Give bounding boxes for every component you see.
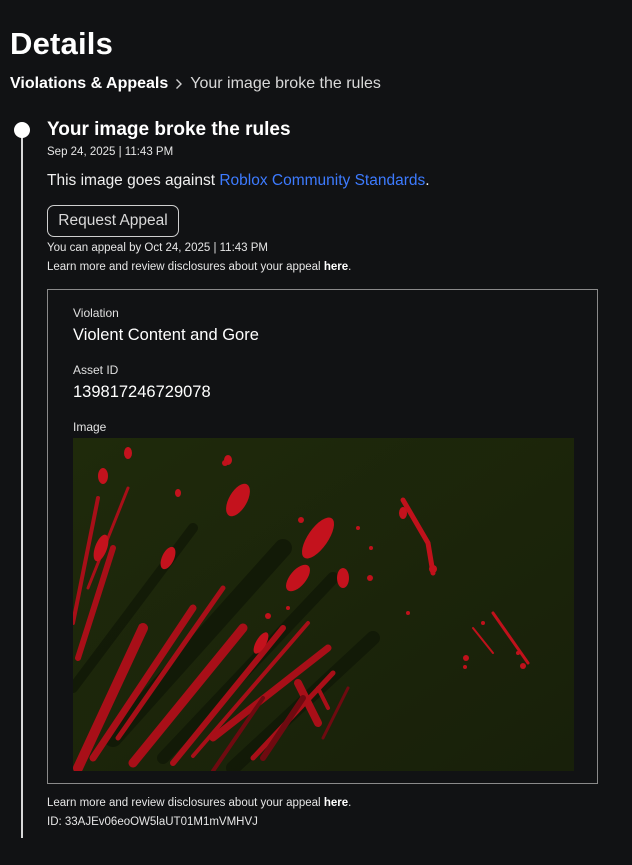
- appeal-deadline: You can appeal by Oct 24, 2025 | 11:43 P…: [47, 242, 269, 254]
- appeal-disclosure-suffix: .: [348, 261, 352, 273]
- breadcrumb-violations-appeals[interactable]: Violations & Appeals: [10, 75, 168, 93]
- breadcrumb: Violations & Appeals Your image broke th…: [10, 75, 381, 93]
- page-title: Details: [10, 26, 114, 61]
- event-description-suffix: .: [425, 172, 430, 189]
- appeal-id: ID: 33AJEv06eoOW5laUT01M1mVMHVJ: [47, 816, 258, 828]
- event-description-text: This image goes against: [47, 172, 220, 189]
- appeal-disclosure-text: Learn more and review disclosures about …: [47, 261, 324, 273]
- timeline-line: [21, 132, 23, 838]
- footer-disclosure-here-link[interactable]: here: [324, 797, 348, 809]
- community-standards-link[interactable]: Roblox Community Standards: [219, 172, 425, 189]
- appeal-disclosure-here-link[interactable]: here: [324, 261, 348, 273]
- violating-image: [73, 438, 574, 771]
- breadcrumb-current: Your image broke the rules: [190, 75, 381, 92]
- asset-id-value: 139817246729078: [73, 383, 211, 401]
- blood-splatter-image: [73, 438, 574, 771]
- footer-disclosure-suffix: .: [348, 797, 352, 809]
- appeal-details-page: Details Violations & Appeals Your image …: [0, 0, 632, 865]
- footer-disclosure-text: Learn more and review disclosures about …: [47, 797, 324, 809]
- request-appeal-button[interactable]: Request Appeal: [47, 205, 179, 237]
- timeline-dot-icon: [14, 122, 30, 138]
- violation-details-card: Violation Violent Content and Gore Asset…: [47, 289, 598, 784]
- event-title: Your image broke the rules: [47, 119, 291, 140]
- appeal-disclosure: Learn more and review disclosures about …: [47, 261, 351, 273]
- asset-id-label: Asset ID: [73, 363, 119, 377]
- footer-disclosure: Learn more and review disclosures about …: [47, 797, 351, 809]
- chevron-right-icon: [172, 77, 186, 91]
- violation-label: Violation: [73, 306, 119, 320]
- event-description: This image goes against Roblox Community…: [47, 172, 430, 190]
- image-label: Image: [73, 420, 107, 434]
- event-timestamp: Sep 24, 2025 | 11:43 PM: [47, 146, 174, 158]
- violation-value: Violent Content and Gore: [73, 326, 259, 344]
